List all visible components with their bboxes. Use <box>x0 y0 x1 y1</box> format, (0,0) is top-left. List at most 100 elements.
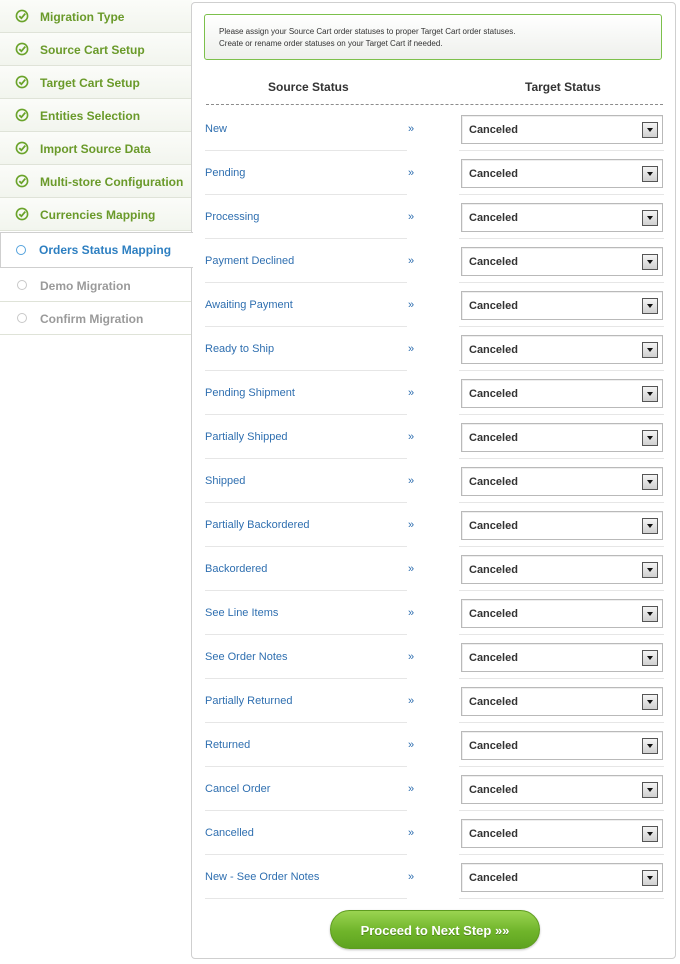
target-status-select[interactable]: Canceled <box>461 775 663 804</box>
source-status-name: New - See Order Notes <box>205 871 320 883</box>
target-status-select[interactable]: Canceled <box>461 687 663 716</box>
target-status-select[interactable]: Canceled <box>461 159 663 188</box>
source-status-name: Partially Shipped <box>205 431 288 443</box>
mapping-arrow: » <box>408 167 415 179</box>
dropdown-arrow-icon[interactable] <box>642 606 658 622</box>
dropdown-arrow-icon[interactable] <box>642 782 658 798</box>
target-status-value: Canceled <box>469 740 518 752</box>
check-icon <box>15 42 29 56</box>
mapping-arrow: » <box>408 431 415 443</box>
step-label: Orders Status Mapping <box>39 243 172 257</box>
step-currencies-mapping[interactable]: Currencies Mapping <box>0 198 192 231</box>
dropdown-arrow-icon[interactable] <box>642 430 658 446</box>
step-orders-status-mapping[interactable]: Orders Status Mapping <box>0 232 193 268</box>
step-target-cart-setup[interactable]: Target Cart Setup <box>0 66 192 99</box>
mapping-arrow: » <box>408 871 415 883</box>
step-label: Target Cart Setup <box>40 76 140 90</box>
step-source-cart-setup[interactable]: Source Cart Setup <box>0 33 192 66</box>
source-status-name: Ready to Ship <box>205 343 275 355</box>
mapping-row: See Line Items » Canceled <box>205 591 664 635</box>
target-status-select[interactable]: Canceled <box>461 423 663 452</box>
source-status-name: See Line Items <box>205 607 279 619</box>
dropdown-arrow-icon[interactable] <box>642 122 658 138</box>
mapping-arrow: » <box>408 607 415 619</box>
instructions-notice: Please assign your Source Cart order sta… <box>204 14 662 60</box>
dropdown-arrow-icon[interactable] <box>642 870 658 886</box>
mapping-arrow: » <box>408 563 415 575</box>
target-status-select[interactable]: Canceled <box>461 335 663 364</box>
dropdown-arrow-icon[interactable] <box>642 386 658 402</box>
wizard-sidebar: Migration Type Source Cart Setup Target … <box>0 0 193 335</box>
source-status-name: Awaiting Payment <box>205 299 293 311</box>
dropdown-arrow-icon[interactable] <box>642 342 658 358</box>
step-label: Multi-store Configuration <box>40 175 184 189</box>
target-status-value: Canceled <box>469 608 518 620</box>
mapping-row: New - See Order Notes » Canceled <box>205 855 664 899</box>
pending-step-circle-icon <box>15 278 29 292</box>
mapping-arrow: » <box>408 343 415 355</box>
source-status-name: Cancel Order <box>205 783 271 795</box>
step-label: Currencies Mapping <box>40 208 156 222</box>
target-status-select[interactable]: Canceled <box>461 203 663 232</box>
mapping-arrow: » <box>408 651 415 663</box>
mapping-arrow: » <box>408 387 415 399</box>
mapping-arrow: » <box>408 695 415 707</box>
notice-line-2: Create or rename order statuses on your … <box>219 39 443 48</box>
mapping-row: Returned » Canceled <box>205 723 664 767</box>
step-import-source-data[interactable]: Import Source Data <box>0 132 192 165</box>
row-divider <box>459 898 664 899</box>
dropdown-arrow-icon[interactable] <box>642 650 658 666</box>
step-migration-type[interactable]: Migration Type <box>0 0 192 33</box>
notice-line-1: Please assign your Source Cart order sta… <box>219 27 516 36</box>
mapping-row: Partially Shipped » Canceled <box>205 415 664 459</box>
target-status-select[interactable]: Canceled <box>461 731 663 760</box>
mapping-row: Partially Returned » Canceled <box>205 679 664 723</box>
target-status-select[interactable]: Canceled <box>461 115 663 144</box>
dropdown-arrow-icon[interactable] <box>642 738 658 754</box>
step-multi-store-configuration[interactable]: Multi-store Configuration <box>0 165 192 198</box>
mapping-arrow: » <box>408 519 415 531</box>
dropdown-arrow-icon[interactable] <box>642 298 658 314</box>
target-status-select[interactable]: Canceled <box>461 247 663 276</box>
source-status-header: Source Status <box>268 80 349 94</box>
target-status-select[interactable]: Canceled <box>461 467 663 496</box>
target-status-select[interactable]: Canceled <box>461 291 663 320</box>
status-mapping-table: New» Canceled Pending» Canceled Processing» C… <box>205 107 664 899</box>
target-status-value: Canceled <box>469 212 518 224</box>
source-status-name: Backordered <box>205 563 268 575</box>
target-status-select[interactable]: Canceled <box>461 599 663 628</box>
dropdown-arrow-icon[interactable] <box>642 826 658 842</box>
step-label: Demo Migration <box>40 279 131 293</box>
dropdown-arrow-icon[interactable] <box>642 474 658 490</box>
target-status-value: Canceled <box>469 124 518 136</box>
target-status-value: Canceled <box>469 828 518 840</box>
dropdown-arrow-icon[interactable] <box>642 694 658 710</box>
source-status-name: New <box>205 123 228 135</box>
target-status-select[interactable]: Canceled <box>461 643 663 672</box>
target-status-value: Canceled <box>469 256 518 268</box>
target-status-select[interactable]: Canceled <box>461 511 663 540</box>
step-label: Confirm Migration <box>40 312 144 326</box>
mapping-row: Shipped » Canceled <box>205 459 664 503</box>
mapping-row: Cancelled » Canceled <box>205 811 664 855</box>
proceed-next-step-button[interactable]: Proceed to Next Step »» <box>330 910 540 949</box>
target-status-value: Canceled <box>469 300 518 312</box>
dropdown-arrow-icon[interactable] <box>642 254 658 270</box>
target-status-select[interactable]: Canceled <box>461 555 663 584</box>
target-status-header: Target Status <box>525 80 601 94</box>
mapping-arrow: » <box>408 827 415 839</box>
step-entities-selection[interactable]: Entities Selection <box>0 99 192 132</box>
mapping-row: Pending Shipment » Canceled <box>205 371 664 415</box>
target-status-select[interactable]: Canceled <box>461 819 663 848</box>
target-status-select[interactable]: Canceled <box>461 379 663 408</box>
step-label: Source Cart Setup <box>40 43 145 57</box>
target-status-value: Canceled <box>469 652 518 664</box>
dropdown-arrow-icon[interactable] <box>642 518 658 534</box>
dropdown-arrow-icon[interactable] <box>642 562 658 578</box>
target-status-select[interactable]: Canceled <box>461 863 663 892</box>
mapping-row: See Order Notes » Canceled <box>205 635 664 679</box>
dropdown-arrow-icon[interactable] <box>642 166 658 182</box>
dropdown-arrow-icon[interactable] <box>642 210 658 226</box>
mapping-row: Ready to Ship » Canceled <box>205 327 664 371</box>
row-divider <box>205 898 407 899</box>
